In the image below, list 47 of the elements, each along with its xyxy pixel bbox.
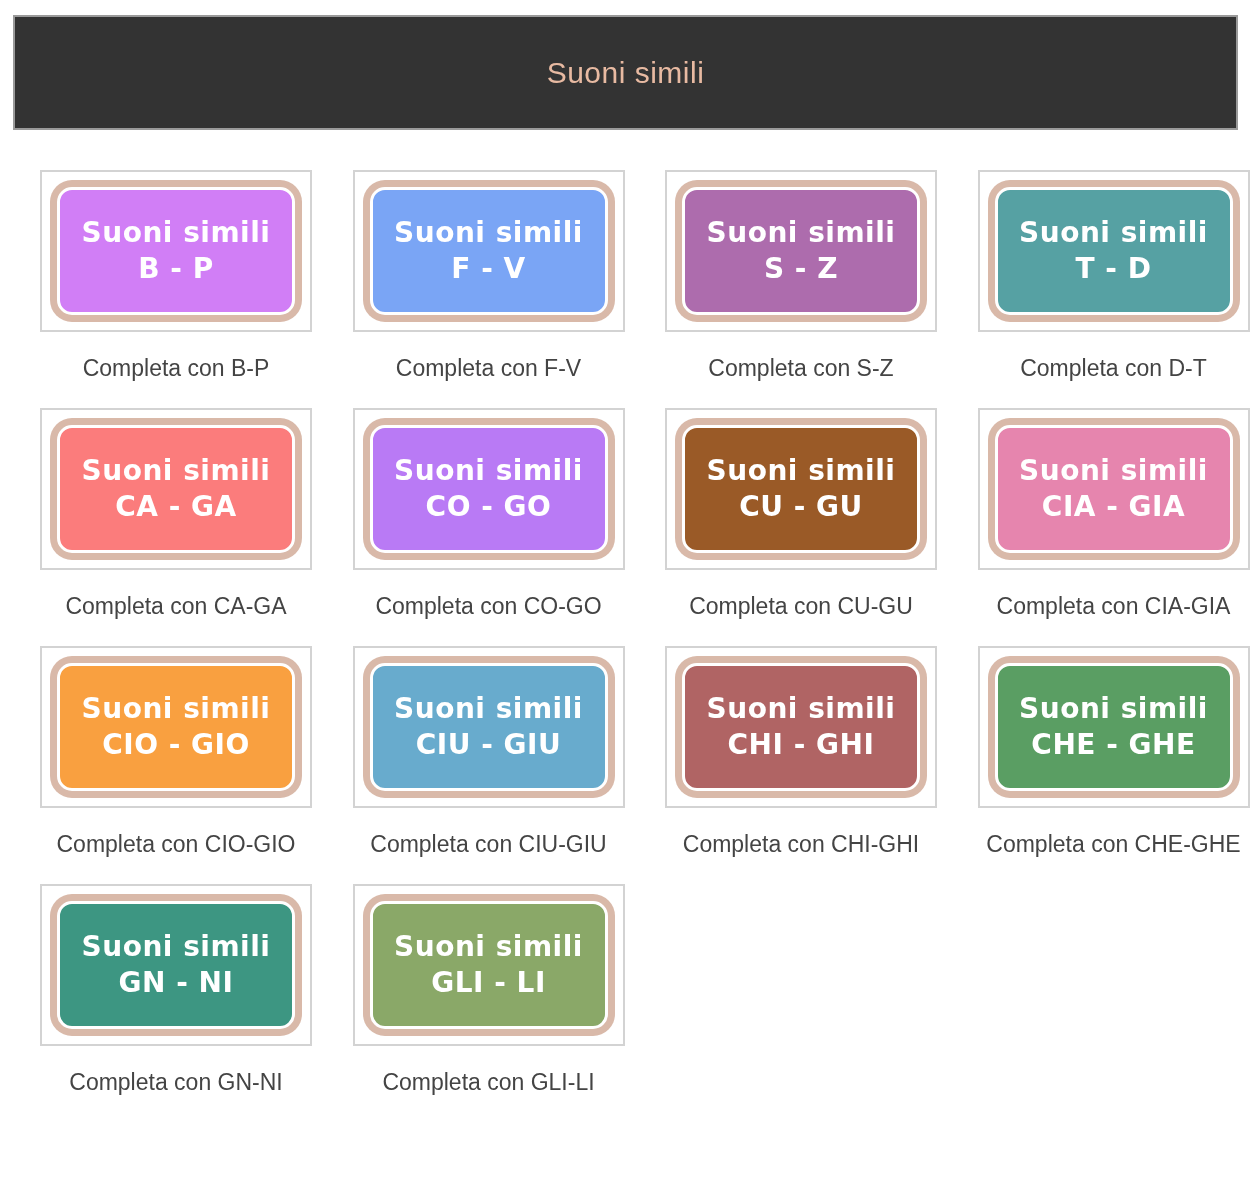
badge-letters: CHE - GHE [1031, 728, 1196, 762]
badge-title: Suoni simili [706, 692, 896, 726]
badge-letters: CIU - GIU [415, 728, 562, 762]
badge-title: Suoni simili [394, 692, 583, 726]
thumbnail-card[interactable]: Suoni simili GN - NI [40, 884, 312, 1046]
caption-link[interactable]: Completa con D-T [982, 348, 1245, 389]
badge-letters: F - V [451, 252, 526, 286]
caption-link[interactable]: Completa con CIO-GIO [45, 824, 307, 865]
badge-letters: CIO - GIO [102, 728, 250, 762]
caption-link[interactable]: Completa con S-Z [670, 348, 932, 389]
badge-title: Suoni simili [1019, 692, 1208, 726]
thumbnail-card[interactable]: Suoni simili CHI - GHI [665, 646, 937, 808]
badge-title: Suoni simili [1019, 216, 1208, 250]
caption-link[interactable]: Completa con CIA-GIA [982, 586, 1245, 627]
thumbnail-card[interactable]: Suoni simili S - Z [665, 170, 937, 332]
badge-title: Suoni simili [706, 454, 896, 488]
badge-title: Suoni simili [394, 216, 583, 250]
caption-link[interactable]: Completa con CO-GO [357, 586, 620, 627]
badge-letters: S - Z [763, 252, 839, 286]
caption-link[interactable]: Completa con B-P [45, 348, 307, 389]
badge-title: Suoni simili [394, 930, 583, 964]
badge-title: Suoni simili [394, 454, 583, 488]
badge-title: Suoni simili [1019, 454, 1208, 488]
badge-letters: GN - NI [118, 966, 234, 1000]
badge-title: Suoni simili [81, 692, 271, 726]
badge-letters: T - D [1075, 252, 1152, 286]
thumbnail-card[interactable]: Suoni simili CU - GU [665, 408, 937, 570]
caption-link[interactable]: Completa con CIU-GIU [357, 824, 620, 865]
caption-link[interactable]: Completa con CHE-GHE [982, 824, 1245, 865]
badge-letters: CU - GU [739, 490, 863, 524]
caption-link[interactable]: Completa con GLI-LI [357, 1062, 620, 1103]
caption-link[interactable]: Completa con F-V [357, 348, 620, 389]
caption-link[interactable]: Completa con GN-NI [45, 1062, 307, 1103]
badge-title: Suoni simili [81, 216, 271, 250]
caption-link[interactable]: Completa con CA-GA [45, 586, 307, 627]
badge-letters: B - P [138, 252, 214, 286]
badge-letters: CA - GA [115, 490, 237, 524]
badge-title: Suoni simili [706, 216, 896, 250]
caption-link[interactable]: Completa con CU-GU [670, 586, 932, 627]
page-title: Suoni simili [546, 55, 705, 90]
badge-title: Suoni simili [81, 930, 271, 964]
badge-letters: CHI - GHI [727, 728, 875, 762]
badge-letters: CIA - GIA [1041, 490, 1186, 524]
badge-letters: GLI - LI [431, 966, 546, 1000]
badge-letters: CO - GO [425, 490, 552, 524]
badge-title: Suoni simili [81, 454, 271, 488]
caption-link[interactable]: Completa con CHI-GHI [670, 824, 932, 865]
